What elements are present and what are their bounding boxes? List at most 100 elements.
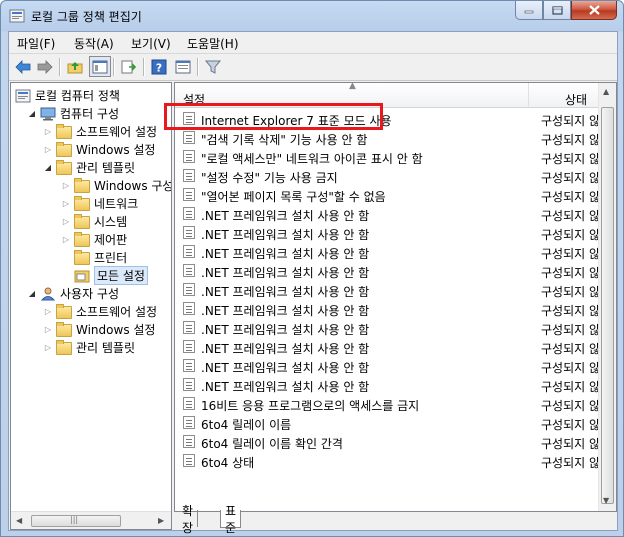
list-row[interactable]: 16비트 응용 프로그램으로의 액세스를 금지 구성되지 않음 bbox=[175, 394, 611, 413]
tree-item[interactable]: ▷ 제어판 bbox=[61, 231, 127, 248]
policy-setting-icon bbox=[183, 340, 195, 353]
tree-item[interactable]: ◢ 컴퓨터 구성 bbox=[27, 105, 119, 122]
collapsed-triangle-icon[interactable]: ▷ bbox=[43, 127, 53, 137]
export-icon bbox=[121, 60, 137, 74]
tree-item-label: 컴퓨터 구성 bbox=[60, 107, 120, 121]
policy-setting-icon bbox=[183, 207, 195, 220]
collapsed-triangle-icon[interactable]: ▷ bbox=[61, 235, 71, 245]
tree-item[interactable]: ▷ 소프트웨어 설정 bbox=[43, 123, 157, 140]
properties-view-button[interactable] bbox=[173, 57, 193, 77]
setting-name: .NET 프레임워크 설치 사용 안 함 bbox=[201, 285, 370, 299]
collapsed-triangle-icon[interactable]: ▷ bbox=[61, 199, 71, 209]
list-row[interactable]: .NET 프레임워크 설치 사용 안 함 구성되지 않음 bbox=[175, 299, 611, 318]
tree-item[interactable]: ▷ 관리 템플릿 bbox=[43, 339, 135, 356]
menu-help[interactable]: 도움말(H) bbox=[187, 35, 239, 52]
tree-root-label: 로컬 컴퓨터 정책 bbox=[35, 89, 120, 103]
title-bar[interactable]: 로컬 그룹 정책 편집기 bbox=[1, 1, 623, 31]
scroll-right-icon[interactable]: ▶ bbox=[158, 516, 164, 525]
list-row[interactable]: "검색 기록 삭제" 기능 사용 안 함 구성되지 않음 bbox=[175, 128, 611, 147]
help-button[interactable]: ? bbox=[149, 57, 169, 77]
list-row[interactable]: 6to4 릴레이 이름 확인 간격 구성되지 않음 bbox=[175, 432, 611, 451]
tree-root[interactable]: 로컬 컴퓨터 정책 bbox=[15, 87, 120, 104]
tree-item-label: 사용자 구성 bbox=[60, 287, 120, 301]
scroll-left-icon[interactable]: ◀ bbox=[16, 516, 22, 525]
tree-item[interactable]: ▷ 네트워크 bbox=[61, 195, 138, 212]
scroll-up-icon[interactable]: ▲ bbox=[603, 87, 609, 96]
tree-item[interactable]: ▷ 시스템 bbox=[61, 213, 127, 230]
policy-setting-icon bbox=[183, 435, 195, 448]
forward-button[interactable] bbox=[35, 57, 55, 77]
collapsed-triangle-icon[interactable]: ▷ bbox=[61, 181, 71, 191]
policy-setting-icon bbox=[183, 378, 195, 391]
export-list-button[interactable] bbox=[119, 57, 139, 77]
tree-item[interactable]: ▷ Windows 구성 bbox=[61, 177, 171, 194]
back-button[interactable] bbox=[13, 57, 33, 77]
list-row[interactable]: .NET 프레임워크 설치 사용 안 함 구성되지 않음 bbox=[175, 261, 611, 280]
menu-file[interactable]: 파일(F) bbox=[17, 35, 55, 52]
setting-name: .NET 프레임워크 설치 사용 안 함 bbox=[201, 209, 370, 223]
policy-setting-icon bbox=[183, 302, 195, 315]
list-row[interactable]: .NET 프레임워크 설치 사용 안 함 구성되지 않음 bbox=[175, 318, 611, 337]
tree-item-label: Windows 설정 bbox=[76, 323, 156, 337]
list-row[interactable]: "설정 수정" 기능 사용 금지 구성되지 않음 bbox=[175, 166, 611, 185]
list-row[interactable]: 6to4 릴레이 이름 구성되지 않음 bbox=[175, 413, 611, 432]
tree-item[interactable]: ◢ 관리 템플릿 bbox=[43, 159, 135, 176]
collapsed-triangle-icon[interactable]: ▷ bbox=[43, 325, 53, 335]
list-row[interactable]: .NET 프레임워크 설치 사용 안 함 구성되지 않음 bbox=[175, 242, 611, 261]
list-vertical-scrollbar[interactable]: ▲ ▼ bbox=[598, 83, 616, 511]
tab-standard[interactable]: 표준 bbox=[220, 504, 242, 535]
tree-item-label: 관리 템플릿 bbox=[76, 341, 136, 355]
folder-icon bbox=[74, 177, 90, 193]
tree-scroll-thumb[interactable]: ||| bbox=[31, 515, 121, 527]
collapsed-triangle-icon[interactable]: ▷ bbox=[43, 145, 53, 155]
folder-icon bbox=[56, 321, 72, 337]
policy-setting-icon bbox=[183, 321, 195, 334]
list-row[interactable]: .NET 프레임워크 설치 사용 안 함 구성되지 않음 bbox=[175, 337, 611, 356]
collapsed-triangle-icon[interactable]: ▷ bbox=[43, 307, 53, 317]
list-row[interactable]: 6to4 상태 구성되지 않음 bbox=[175, 451, 611, 470]
up-level-button[interactable] bbox=[65, 57, 85, 77]
menu-view[interactable]: 보기(V) bbox=[131, 35, 171, 52]
tree-item[interactable]: 프린터 bbox=[61, 249, 127, 266]
collapsed-triangle-icon[interactable]: ▷ bbox=[43, 343, 53, 353]
console-tree-icon bbox=[92, 60, 108, 73]
list-row[interactable]: .NET 프레임워크 설치 사용 안 함 구성되지 않음 bbox=[175, 223, 611, 242]
expanded-triangle-icon[interactable]: ◢ bbox=[43, 163, 53, 173]
tree-item[interactable]: ◢ 사용자 구성 bbox=[27, 285, 119, 302]
menu-action[interactable]: 동작(A) bbox=[74, 35, 114, 52]
list-row[interactable]: "로컬 액세스만" 네트워크 아이콘 표시 안 함 구성되지 않음 bbox=[175, 147, 611, 166]
setting-name: .NET 프레임워크 설치 사용 안 함 bbox=[201, 361, 370, 375]
policy-setting-icon bbox=[183, 131, 195, 144]
filter-button[interactable] bbox=[203, 57, 223, 77]
collapsed-triangle-icon[interactable]: ▷ bbox=[61, 217, 71, 227]
tree-item[interactable]: ▷ Windows 설정 bbox=[43, 141, 155, 158]
minimize-button[interactable] bbox=[515, 1, 543, 20]
list-row[interactable]: "열어본 페이지 목록 구성"할 수 없음 구성되지 않음 bbox=[175, 185, 611, 204]
tree-horizontal-scrollbar[interactable]: ◀ ||| ▶ bbox=[11, 511, 171, 529]
setting-name: 6to4 상태 bbox=[201, 456, 255, 470]
expanded-triangle-icon[interactable]: ◢ bbox=[27, 109, 37, 119]
show-hide-tree-button[interactable] bbox=[89, 56, 111, 77]
tree-item[interactable]: ▷ 소프트웨어 설정 bbox=[43, 303, 157, 320]
tab-extended[interactable]: 확장 bbox=[178, 504, 199, 535]
scroll-down-icon[interactable]: ▼ bbox=[603, 496, 609, 505]
tree-item[interactable]: ▷ Windows 설정 bbox=[43, 321, 155, 338]
setting-name: 6to4 릴레이 이름 bbox=[201, 418, 292, 432]
column-header-state[interactable]: 상태 bbox=[565, 91, 587, 108]
expanded-triangle-icon[interactable]: ◢ bbox=[27, 289, 37, 299]
setting-name: "열어본 페이지 목록 구성"할 수 없음 bbox=[201, 190, 386, 204]
filter-funnel-icon bbox=[205, 60, 221, 74]
list-row[interactable]: .NET 프레임워크 설치 사용 안 함 구성되지 않음 bbox=[175, 375, 611, 394]
list-scroll-thumb[interactable] bbox=[601, 107, 614, 504]
user-icon bbox=[40, 287, 56, 301]
policy-setting-icon bbox=[183, 397, 195, 410]
maximize-button[interactable] bbox=[543, 1, 571, 20]
tree-item[interactable]: 모든 설정 bbox=[61, 266, 148, 285]
close-button[interactable] bbox=[571, 1, 617, 20]
list-row[interactable]: .NET 프레임워크 설치 사용 안 함 구성되지 않음 bbox=[175, 356, 611, 375]
toolbar: ? bbox=[9, 53, 617, 81]
list-row[interactable]: .NET 프레임워크 설치 사용 안 함 구성되지 않음 bbox=[175, 204, 611, 223]
help-icon: ? bbox=[151, 59, 167, 75]
list-row[interactable]: .NET 프레임워크 설치 사용 안 함 구성되지 않음 bbox=[175, 280, 611, 299]
